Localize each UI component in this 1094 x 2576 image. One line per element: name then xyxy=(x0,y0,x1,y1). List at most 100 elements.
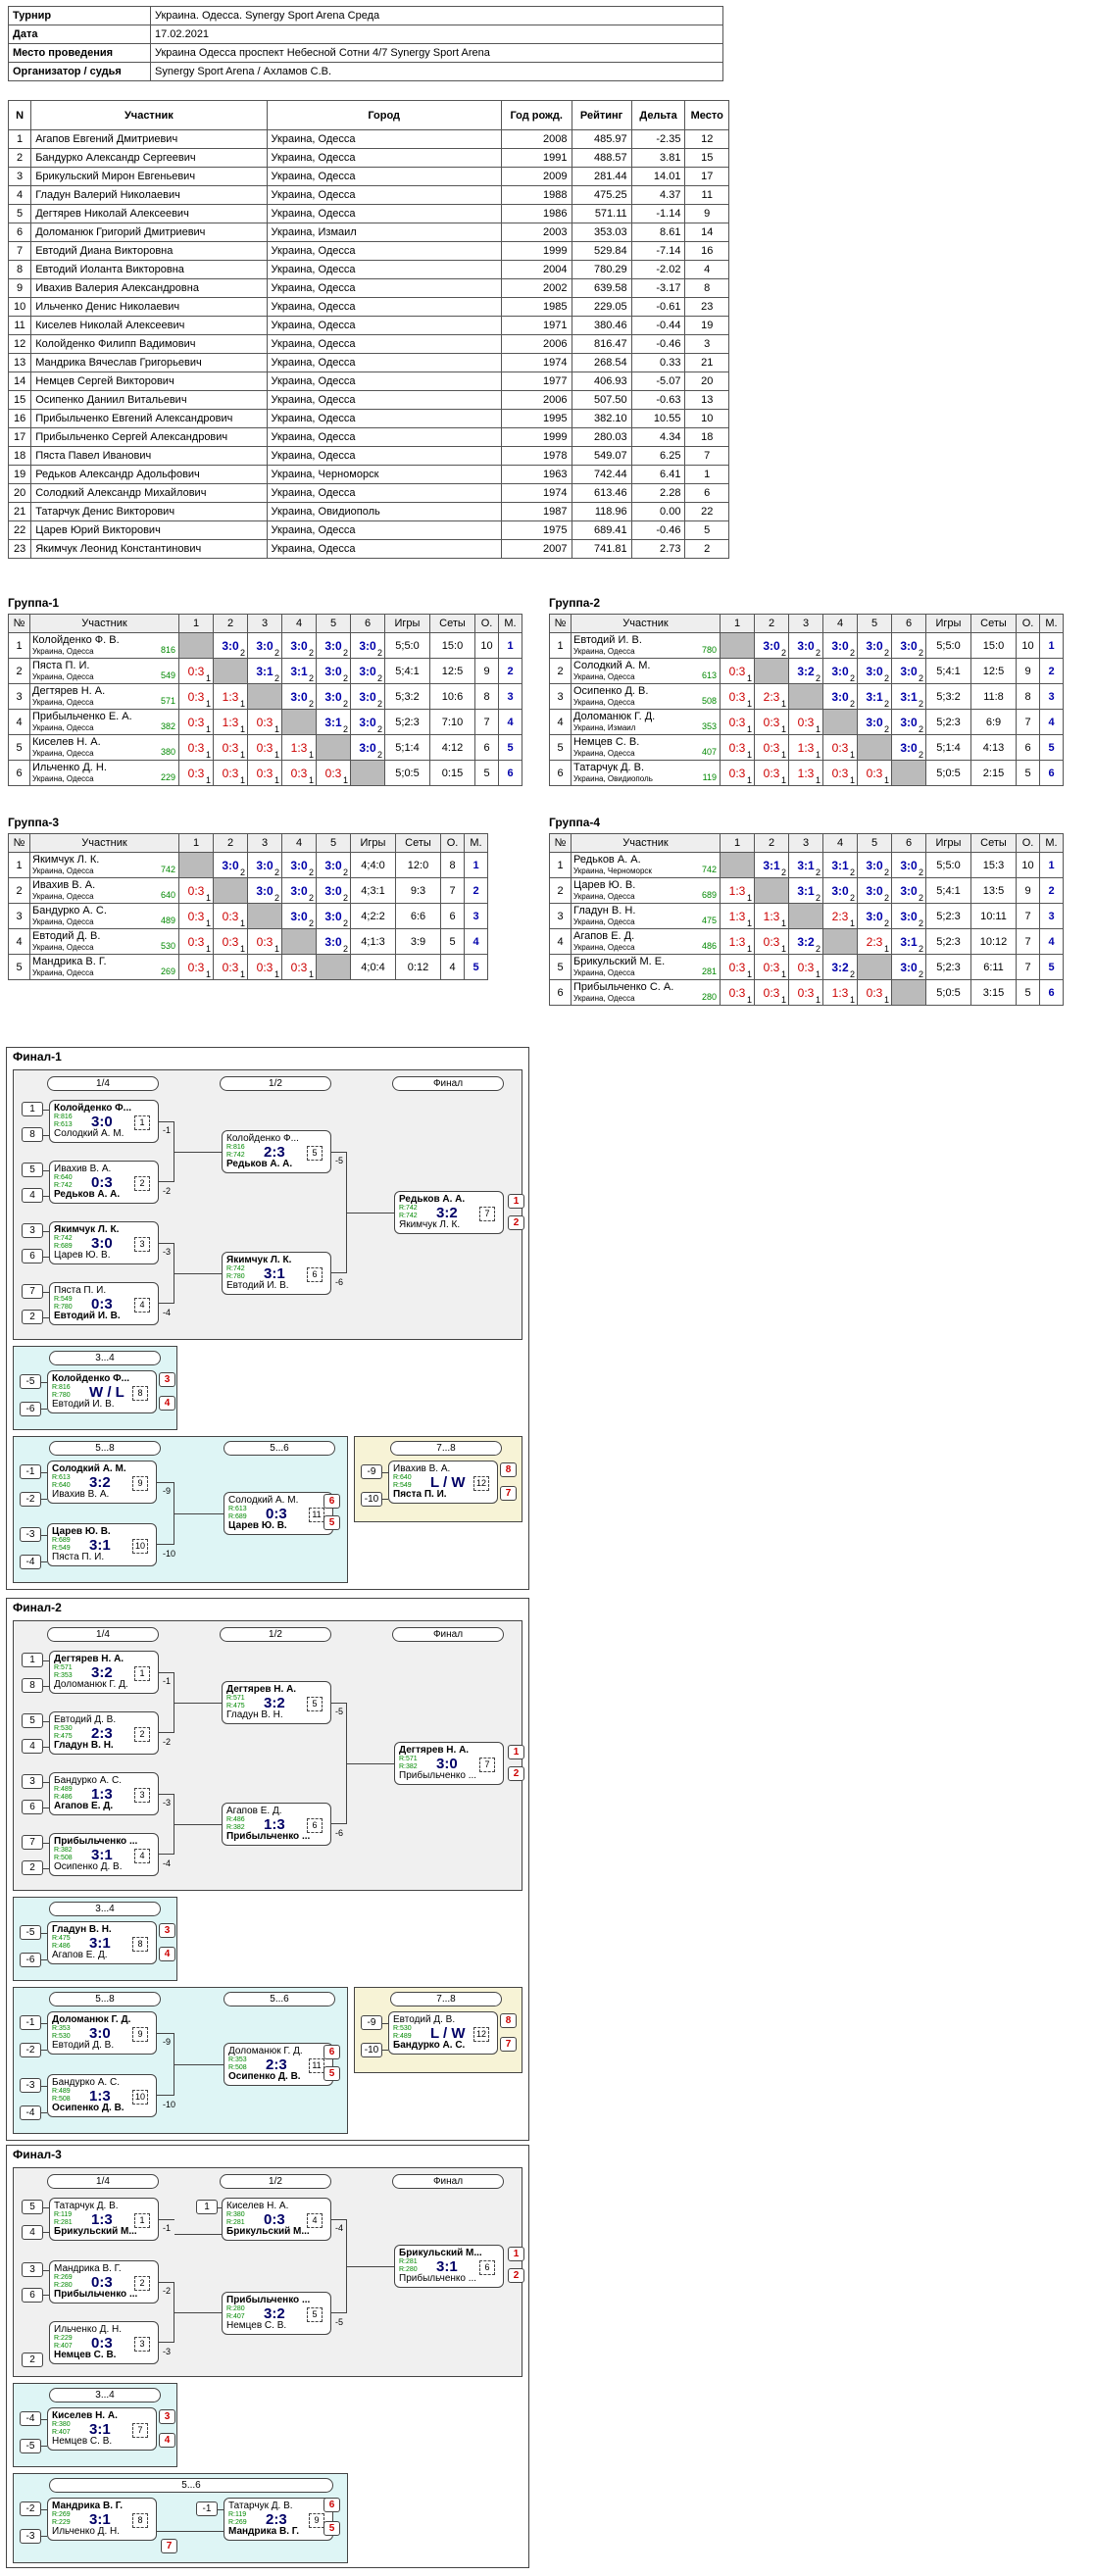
rating-2: R:407 xyxy=(54,2343,73,2350)
rating-1: R:640 xyxy=(54,1174,73,1181)
points-value: 5 xyxy=(1016,760,1040,786)
score-value: 3:0 xyxy=(900,664,918,678)
games-value: 5;3:2 xyxy=(925,683,971,710)
rating-1: R:742 xyxy=(54,1235,73,1242)
participant-name: Немцев С. В. xyxy=(573,735,640,748)
self-cell xyxy=(720,632,755,659)
score-value: 3:0 xyxy=(324,638,342,653)
match-score: 0:3 1 xyxy=(720,683,755,710)
sets-value: 3:15 xyxy=(970,979,1017,1006)
self-cell xyxy=(213,877,248,904)
match-score: 3:0 xyxy=(91,1114,113,1130)
match-points: 1 xyxy=(205,918,211,928)
match-score: 3:1 xyxy=(89,2421,111,2438)
table-cell: Брикульский Мирон Евгеньевич xyxy=(30,167,268,186)
seed-label: -4 xyxy=(20,2411,41,2426)
sets-value: 15:3 xyxy=(970,852,1017,878)
self-cell xyxy=(822,709,858,735)
table-cell: Якимчук Леонид Константинович xyxy=(30,539,268,559)
match-score: 3:0 xyxy=(89,2025,111,2042)
score-value: 0:3 xyxy=(222,740,239,755)
sets-value: 6:9 xyxy=(970,709,1017,735)
points-value: 5 xyxy=(440,928,465,955)
participant-city: Украина, Одесса xyxy=(573,671,635,681)
table-cell: Украина, Одесса xyxy=(266,353,502,372)
match-id: 1 xyxy=(134,1115,150,1130)
match-points: 2 xyxy=(918,893,923,903)
games-value: 5;0:5 xyxy=(925,979,971,1006)
self-cell xyxy=(178,632,214,659)
place-label: 4 xyxy=(159,1947,175,1961)
group-table: № Участник 1 2 3 4 5 Игры Сеты О. М. 1 Якимчук Л. К.… xyxy=(8,833,488,980)
feed-tag: -4 xyxy=(335,2223,344,2233)
group-col-header: М. xyxy=(498,614,522,633)
score-value: 3:1 xyxy=(900,689,918,704)
match-points: 1 xyxy=(239,918,245,928)
match-points: 2 xyxy=(883,673,889,683)
match-score: 3:0 2 xyxy=(316,632,351,659)
participant-name: Бандурко А. С. xyxy=(32,904,107,916)
rating-1: R:380 xyxy=(52,2421,71,2428)
participant-rating: 742 xyxy=(160,865,175,874)
bracket-line xyxy=(159,1243,174,1304)
self-cell xyxy=(316,954,351,980)
bracket-line xyxy=(174,1703,222,1704)
self-cell xyxy=(754,658,789,684)
match-id: 12 xyxy=(473,2027,489,2042)
group-row: 1 Колойденко Ф. В. Украина, Одесса 816 3:0 2 3… xyxy=(8,632,522,659)
table-cell: Украина, Одесса xyxy=(266,427,502,447)
rating-2: R:508 xyxy=(54,1855,73,1861)
table-cell: 4.37 xyxy=(630,185,686,205)
match-box: Дегтярев Н. А. Прибыльченко ... R:571 R:382… xyxy=(394,1742,504,1785)
group-col-header: 1 xyxy=(720,614,755,633)
points-value: 10 xyxy=(1016,632,1040,659)
group-col-header: № xyxy=(549,833,572,853)
match-score: 2:3 xyxy=(264,1144,285,1161)
seed-label: -10 xyxy=(361,1492,382,1507)
match-points: 1 xyxy=(815,750,820,760)
rating-1: R:530 xyxy=(54,1725,73,1732)
match-points: 1 xyxy=(274,724,279,734)
match-score: 1:3 1 xyxy=(754,903,789,929)
rating-1: R:742 xyxy=(399,1205,418,1212)
match-score: 2:3 1 xyxy=(857,928,892,955)
match-points: 1 xyxy=(205,893,211,903)
match-id: 9 xyxy=(132,1476,148,1491)
rating-1: R:613 xyxy=(52,1474,71,1481)
participant-cell: Якимчук Л. К. Украина, Одесса 742 xyxy=(29,852,179,878)
table-cell: 268.54 xyxy=(571,353,632,372)
match-id: 5 xyxy=(307,1697,323,1711)
points-value: 4 xyxy=(440,954,465,980)
match-score: 0:3 1 xyxy=(178,760,214,786)
group-col-header: 1 xyxy=(720,833,755,853)
score-value: 1:3 xyxy=(797,740,815,755)
table-cell: 14.01 xyxy=(630,167,686,186)
place-value: 5 xyxy=(498,734,522,761)
table-cell: Украина, Одесса xyxy=(266,316,502,335)
info-row: Турнир Украина. Одесса. Synergy Sport Are… xyxy=(8,6,723,25)
seventh-place-bracket: 7...8 -9 -10 Евтодий Д. В. Бандурко А. С. R:5… xyxy=(354,1987,522,2073)
match-score: 0:3 1 xyxy=(178,903,214,929)
match-points: 1 xyxy=(205,944,211,954)
participant-cell: Колойденко Ф. В. Украина, Одесса 816 xyxy=(29,632,179,659)
sets-value: 15:0 xyxy=(970,632,1017,659)
bracket-line xyxy=(331,1703,347,1824)
match-score: 0:3 1 xyxy=(788,979,823,1006)
seed-label: 4 xyxy=(22,1188,43,1203)
score-value: 3:0 xyxy=(324,883,342,898)
match-points: 1 xyxy=(746,995,752,1005)
points-value: 5 xyxy=(474,760,499,786)
points-value: 9 xyxy=(1016,877,1040,904)
score-value: 0:3 xyxy=(831,766,849,780)
match-points: 2 xyxy=(342,944,348,954)
games-value: 4;0:4 xyxy=(350,954,396,980)
table-cell: Бандурко Александр Сергеевич xyxy=(30,148,268,168)
match-points: 1 xyxy=(883,995,889,1005)
self-cell xyxy=(891,760,926,786)
match-points: 1 xyxy=(849,918,855,928)
rating-2: R:489 xyxy=(393,2033,412,2040)
score-value: 1:3 xyxy=(290,740,308,755)
match-box: Евтодий Д. В. Бандурко А. С. R:530 R:489 L /… xyxy=(388,2011,498,2055)
table-cell: 9 xyxy=(7,278,32,298)
match-points: 2 xyxy=(342,699,348,709)
